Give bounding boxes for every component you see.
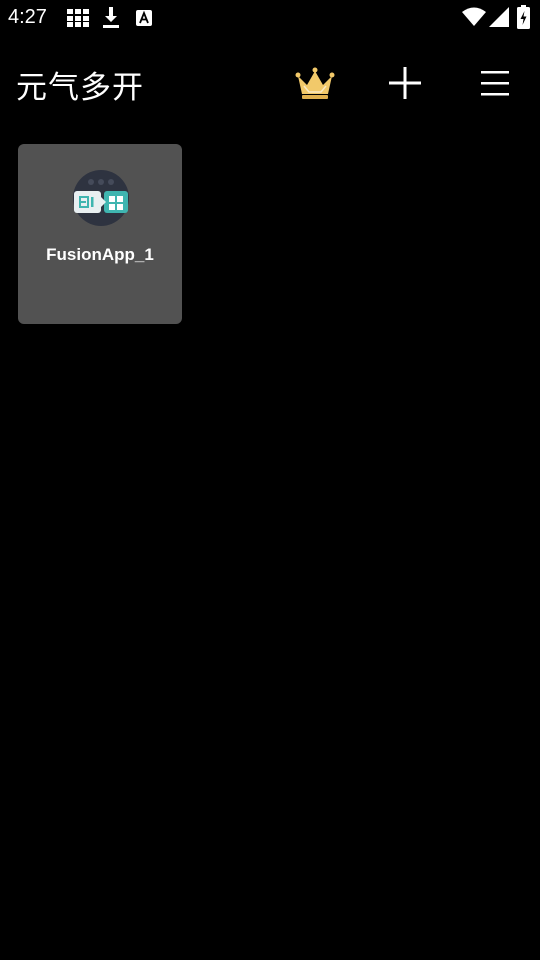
signal-icon: [489, 7, 509, 27]
status-time: 4:27: [8, 6, 47, 28]
status-bar: 4:27: [0, 0, 540, 36]
app-title: 元气多开: [16, 70, 144, 106]
crown-icon: [295, 67, 335, 99]
vip-button[interactable]: [290, 58, 340, 108]
app-tile[interactable]: FusionApp_1: [18, 144, 182, 324]
menu-icon: [481, 71, 509, 96]
grid-icon: [67, 9, 89, 27]
add-button[interactable]: [380, 58, 430, 108]
plus-icon: [389, 67, 421, 99]
fusionapp-icon: [73, 170, 129, 226]
battery-icon: [517, 5, 530, 29]
wifi-icon: [462, 7, 486, 26]
menu-button[interactable]: [470, 58, 520, 108]
download-icon: [103, 7, 119, 28]
app-bar: 元气多开: [0, 50, 540, 114]
app-label: FusionApp_1: [46, 245, 154, 264]
a-icon: [136, 10, 152, 26]
